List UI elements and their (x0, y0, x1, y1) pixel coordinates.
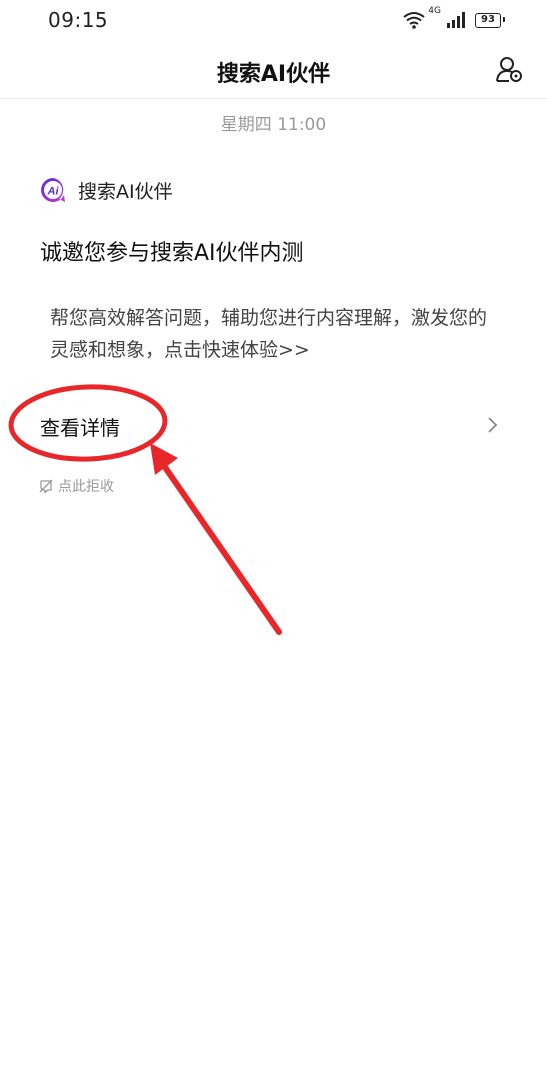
wifi-icon (403, 12, 425, 29)
svg-text:Ai: Ai (47, 186, 60, 198)
message-sender: Ai 搜索AI伙伴 (40, 175, 173, 205)
signal-icon (447, 12, 465, 28)
reject-label: 点此拒收 (58, 479, 114, 495)
battery-level: 93 (481, 14, 495, 25)
message-timestamp: 星期四 11:00 (220, 115, 327, 135)
message-title: 诚邀您参与搜索AI伙伴内测 (40, 241, 304, 266)
battery-icon: 93 (475, 12, 505, 28)
reject-button[interactable]: 点此拒收 (38, 476, 114, 496)
reject-icon (39, 479, 53, 494)
annotation-arrow-shaft (157, 457, 282, 635)
page-title: 搜索AI伙伴 (216, 62, 331, 87)
ai-badge-icon: Ai (41, 178, 65, 202)
user-settings-icon[interactable] (495, 55, 525, 85)
annotation-overlay (8, 384, 282, 635)
status-bar: 09:15 4G 93 (0, 0, 547, 42)
chevron-right-icon (488, 417, 498, 433)
status-time: 09:15 (48, 8, 109, 32)
status-icons: 4G 93 (403, 6, 505, 32)
title-bar: 搜索AI伙伴 (0, 42, 547, 99)
network-type-label: 4G (428, 6, 441, 16)
message-body: 帮您高效解答问题，辅助您进行内容理解，激发您的灵感和想象，点击快速体验>> (50, 307, 488, 361)
view-details-label: 查看详情 (40, 416, 120, 440)
view-details-button[interactable]: 查看详情 (0, 400, 547, 450)
sender-name: 搜索AI伙伴 (78, 180, 173, 203)
